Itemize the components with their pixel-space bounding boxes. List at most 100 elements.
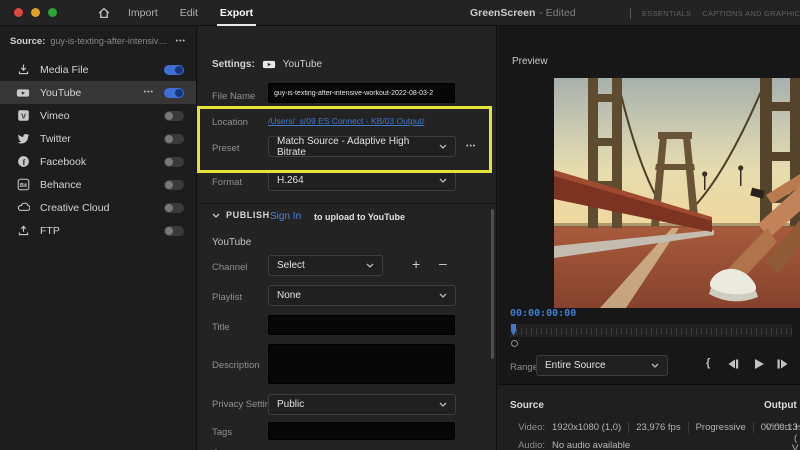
youtube-more-icon[interactable]: ••• xyxy=(144,89,154,96)
sidebar-item-ftp[interactable]: FTP xyxy=(0,219,196,242)
privacy-value: Public xyxy=(277,399,304,410)
publish-section-header[interactable]: PUBLISH xyxy=(212,210,270,220)
minimize-window-button[interactable] xyxy=(31,8,40,17)
creative-cloud-icon xyxy=(16,201,30,215)
sign-in-link[interactable]: Sign In xyxy=(270,211,301,222)
creative-cloud-toggle[interactable] xyxy=(164,203,184,213)
source-resolution: 1920x1080 (1,0) xyxy=(552,422,628,433)
range-dropdown[interactable]: Entire Source xyxy=(536,355,668,376)
mode-tabs: Import Edit Export xyxy=(128,0,253,26)
tab-export[interactable]: Export xyxy=(220,0,253,26)
premiere-export-window: Import Edit Export GreenScreen - Edited E… xyxy=(0,0,800,450)
output-video-clipped: H xyxy=(795,422,800,433)
bridge-sunset-frame xyxy=(554,78,800,308)
range-label: Range xyxy=(510,362,538,373)
tags-input[interactable] xyxy=(268,422,455,440)
destination-list: Media File YouTube ••• V Vimeo xyxy=(0,58,196,242)
sidebar-item-youtube[interactable]: YouTube ••• xyxy=(0,81,196,104)
channel-dropdown[interactable]: Select xyxy=(268,255,383,276)
source-audio-label: Audio: xyxy=(515,440,545,450)
settings-scrollbar[interactable] xyxy=(491,209,494,359)
project-title: GreenScreen - Edited xyxy=(470,7,576,19)
file-name-label: File Name xyxy=(212,91,255,102)
facebook-toggle[interactable] xyxy=(164,157,184,167)
privacy-dropdown[interactable]: Public xyxy=(268,394,456,415)
behance-toggle[interactable] xyxy=(164,180,184,190)
workspace-essentials[interactable]: ESSENTIALS xyxy=(642,9,691,18)
media-file-toggle[interactable] xyxy=(164,65,184,75)
channel-label: Channel xyxy=(212,262,247,273)
project-name: GreenScreen xyxy=(470,7,535,19)
source-row: Source: guy-is-texting-after-intensive-.… xyxy=(0,26,196,56)
project-state: - Edited xyxy=(539,7,575,19)
sidebar-item-vimeo[interactable]: V Vimeo xyxy=(0,104,196,127)
source-more-icon[interactable]: ••• xyxy=(176,38,186,45)
file-name-input[interactable] xyxy=(268,83,455,103)
video-preview xyxy=(554,78,800,308)
tags-label: Tags xyxy=(212,427,232,438)
description-input[interactable] xyxy=(268,344,455,384)
settings-header: Settings: YouTube xyxy=(212,57,322,71)
tab-edit[interactable]: Edit xyxy=(180,0,198,26)
settings-label: Settings: xyxy=(212,59,255,70)
media-file-icon xyxy=(16,63,30,77)
sidebar-item-label: Behance xyxy=(40,179,81,191)
fullscreen-window-button[interactable] xyxy=(48,8,57,17)
timeline-scrubber[interactable] xyxy=(510,324,792,337)
tab-import[interactable]: Import xyxy=(128,0,158,26)
sidebar-item-label: Media File xyxy=(40,64,88,76)
step-forward-button[interactable] xyxy=(776,358,789,370)
twitter-toggle[interactable] xyxy=(164,134,184,144)
svg-text:f: f xyxy=(22,158,25,167)
source-video-info: 1920x1080 (1,0) 23,976 fps Progressive 0… xyxy=(552,422,800,433)
sign-in-suffix: to upload to YouTube xyxy=(314,212,405,222)
loop-toggle-icon[interactable] xyxy=(511,340,518,347)
location-link[interactable]: /Users/_s/09 ES Connect - KB/03 Output/ xyxy=(268,116,424,126)
step-back-button[interactable] xyxy=(727,358,740,370)
set-in-point-button[interactable]: { xyxy=(706,357,710,369)
playlist-dropdown[interactable]: None xyxy=(268,285,456,306)
sidebar-item-behance[interactable]: Bē Behance xyxy=(0,173,196,196)
preset-dropdown[interactable]: Match Source - Adaptive High Bitrate xyxy=(268,136,456,157)
title-input[interactable] xyxy=(268,315,455,335)
export-settings-panel: Settings: YouTube File Name Location /Us… xyxy=(198,26,497,450)
chevron-down-icon xyxy=(439,178,447,183)
title-label: Title xyxy=(212,322,230,333)
sidebar-item-creative-cloud[interactable]: Creative Cloud xyxy=(0,196,196,219)
chevron-down-icon xyxy=(212,213,220,218)
source-filename: guy-is-texting-after-intensive-... xyxy=(50,36,170,46)
ftp-upload-icon xyxy=(16,224,30,238)
svg-text:V: V xyxy=(21,111,26,120)
preset-more-icon[interactable]: ••• xyxy=(466,143,476,150)
close-window-button[interactable] xyxy=(14,8,23,17)
home-icon[interactable] xyxy=(97,6,111,20)
source-info-header: Source xyxy=(510,400,544,411)
sidebar-item-media-file[interactable]: Media File xyxy=(0,58,196,81)
source-label: Source: xyxy=(10,36,45,47)
vimeo-icon: V xyxy=(16,109,30,123)
workspace-captions-and-graphics[interactable]: CAPTIONS AND GRAPHICS xyxy=(702,9,800,18)
sidebar-item-facebook[interactable]: f Facebook xyxy=(0,150,196,173)
twitter-icon xyxy=(16,132,30,146)
preview-panel: Preview xyxy=(498,26,800,450)
youtube-icon xyxy=(262,57,276,71)
remove-channel-button[interactable]: – xyxy=(439,256,447,270)
add-channel-button[interactable]: + xyxy=(412,257,420,271)
ftp-toggle[interactable] xyxy=(164,226,184,236)
vimeo-toggle[interactable] xyxy=(164,111,184,121)
play-button[interactable] xyxy=(753,358,765,370)
sidebar-item-label: Creative Cloud xyxy=(40,202,109,214)
source-video-label: Video: xyxy=(515,422,545,433)
youtube-toggle[interactable] xyxy=(164,88,184,98)
source-framerate: 23,976 fps xyxy=(628,422,687,433)
behance-icon: Bē xyxy=(16,178,30,192)
youtube-icon xyxy=(16,86,30,100)
timeline-ticks xyxy=(516,328,792,335)
sidebar-item-label: FTP xyxy=(40,225,60,237)
sidebar-item-twitter[interactable]: Twitter xyxy=(0,127,196,150)
chevron-down-icon xyxy=(366,263,374,268)
settings-destination: YouTube xyxy=(283,59,322,70)
facebook-icon: f xyxy=(16,155,30,169)
titlebar: Import Edit Export GreenScreen - Edited E… xyxy=(0,0,800,26)
format-dropdown[interactable]: H.264 xyxy=(268,170,456,191)
